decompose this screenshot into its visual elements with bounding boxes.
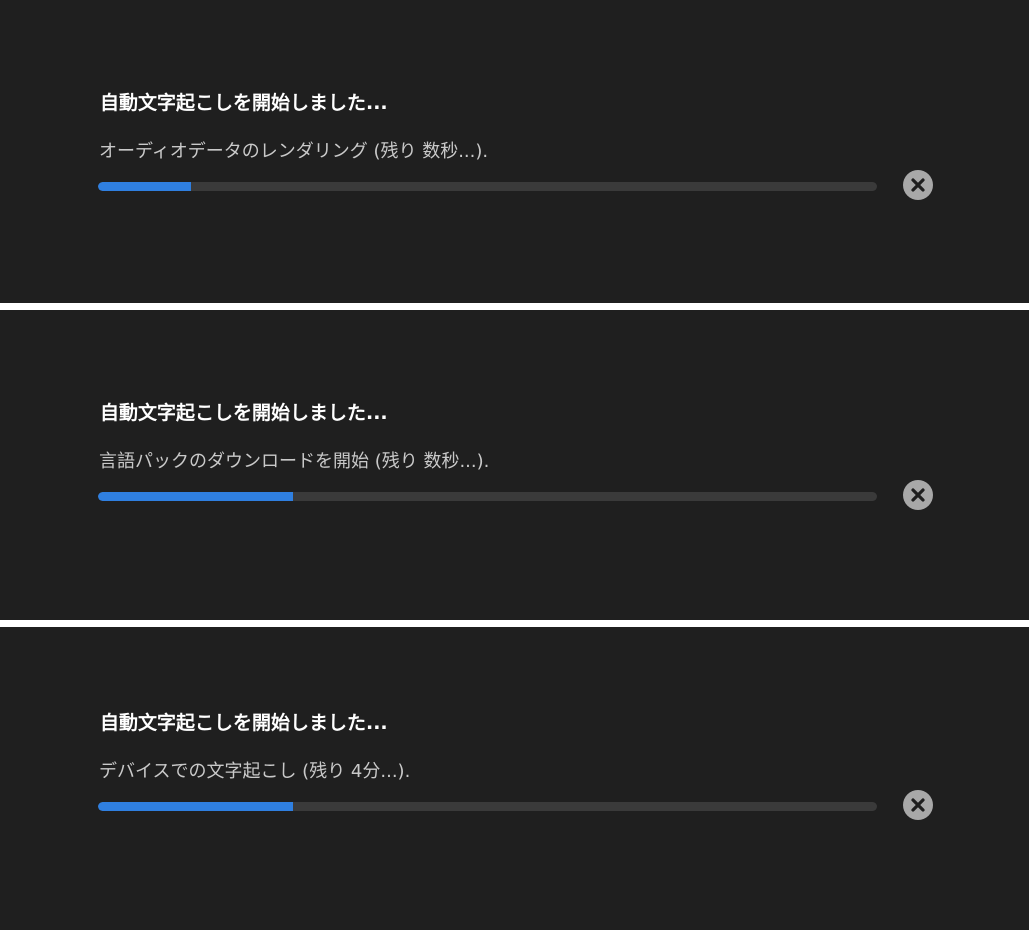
progress-bar [98, 492, 877, 501]
status-text: オーディオデータのレンダリング (残り 数秒...). [99, 141, 489, 162]
transcription-dialog: 自動文字起こしを開始しました... 言語パックのダウンロードを開始 (残り 数秒… [0, 310, 1029, 620]
dialog-title: 自動文字起こしを開始しました... [100, 402, 388, 424]
progress-fill [98, 492, 293, 501]
close-circle-icon [911, 178, 925, 192]
transcription-dialog: 自動文字起こしを開始しました... デバイスでの文字起こし (残り 4分...)… [0, 627, 1029, 930]
dialog-title: 自動文字起こしを開始しました... [100, 92, 388, 114]
cancel-button[interactable] [903, 480, 933, 510]
progress-bar [98, 182, 877, 191]
status-text: 言語パックのダウンロードを開始 (残り 数秒...). [99, 451, 490, 472]
progress-bar [98, 802, 877, 811]
cancel-button[interactable] [903, 790, 933, 820]
cancel-button[interactable] [903, 170, 933, 200]
close-circle-icon [911, 798, 925, 812]
progress-fill [98, 802, 293, 811]
dialog-title: 自動文字起こしを開始しました... [100, 712, 388, 734]
transcription-dialog: 自動文字起こしを開始しました... オーディオデータのレンダリング (残り 数秒… [0, 0, 1029, 303]
progress-fill [98, 182, 192, 191]
close-circle-icon [911, 488, 925, 502]
status-text: デバイスでの文字起こし (残り 4分...). [99, 761, 411, 782]
